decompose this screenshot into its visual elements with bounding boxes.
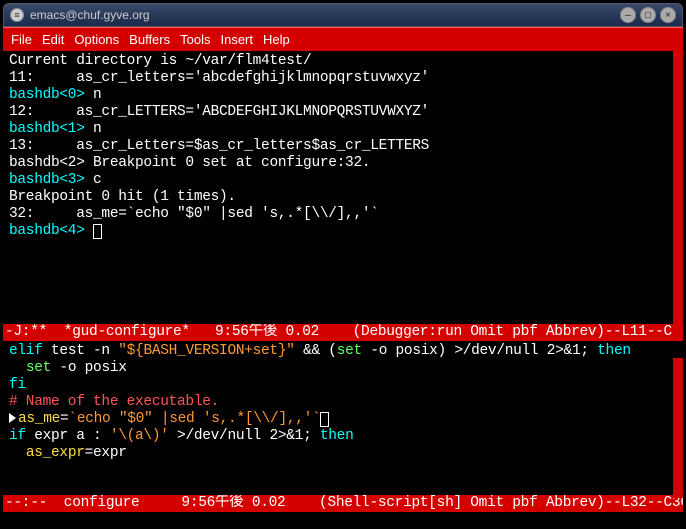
- buffer-line: bashdb<0> n: [9, 87, 677, 104]
- modeline-bottom[interactable]: --:-- configure 9:56午後 0.02 (Shell-scrip…: [3, 495, 683, 512]
- code-text: -o posix: [51, 360, 127, 376]
- buffer-line: bashdb<2> Breakpoint 0 set at configure:…: [9, 155, 677, 172]
- code-text: as_me: [18, 411, 60, 427]
- menu-tools[interactable]: Tools: [180, 32, 210, 47]
- menu-bar: File Edit Options Buffers Tools Insert H…: [3, 27, 683, 51]
- code-text: n: [93, 87, 101, 103]
- menu-file[interactable]: File: [11, 32, 32, 47]
- scrollbar-bottom[interactable]: [673, 358, 683, 498]
- code-text: bashdb<1>: [9, 121, 93, 137]
- gud-buffer[interactable]: Current directory is ~/var/flm4test/11: …: [3, 51, 683, 324]
- code-text: bashdb<3>: [9, 172, 93, 188]
- menu-edit[interactable]: Edit: [42, 32, 64, 47]
- code-text: "${BASH_VERSION+set}": [118, 343, 294, 359]
- buffer-line: 13: as_cr_Letters=$as_cr_letters$as_cr_L…: [9, 138, 677, 155]
- code-text: >/dev/null 2>&1;: [169, 428, 320, 444]
- code-text: test -n: [43, 343, 119, 359]
- buffer-line: # Name of the executable.: [9, 394, 677, 411]
- buffer-line: fi: [9, 377, 677, 394]
- code-text: 32: as_me=`echo "$0" |sed 's,.*[\\/],,'`: [9, 206, 379, 222]
- code-text: then: [320, 428, 354, 444]
- menu-help[interactable]: Help: [263, 32, 290, 47]
- code-text: n: [93, 121, 101, 137]
- buffer-line: bashdb<1> n: [9, 121, 677, 138]
- code-text: set: [337, 343, 362, 359]
- code-text: 11: as_cr_letters='abcdefghijklmnopqrstu…: [9, 70, 429, 86]
- code-text: 13: as_cr_Letters=$as_cr_letters$as_cr_L…: [9, 138, 429, 154]
- text-cursor: [93, 224, 102, 239]
- code-text: [9, 360, 26, 376]
- code-text: # Name of the executable.: [9, 394, 219, 410]
- buffer-line: set -o posix: [9, 360, 677, 377]
- code-text: elif: [9, 343, 43, 359]
- code-text: =expr: [85, 445, 127, 461]
- code-text: `echo "$0" |sed 's,.*[\\/],,'`: [68, 411, 320, 427]
- buffer-line: bashdb<4>: [9, 223, 677, 240]
- close-button[interactable]: ×: [660, 7, 676, 23]
- buffer-line: as_expr=expr: [9, 445, 677, 462]
- menu-insert[interactable]: Insert: [220, 32, 253, 47]
- code-text: bashdb<0>: [9, 87, 93, 103]
- code-text: fi: [9, 377, 26, 393]
- text-cursor: [320, 412, 329, 427]
- buffer-line: 32: as_me=`echo "$0" |sed 's,.*[\\/],,'`: [9, 206, 677, 223]
- code-text: set: [26, 360, 51, 376]
- scrollbar-top[interactable]: [673, 51, 683, 341]
- window-app-icon: ≡: [10, 8, 24, 22]
- code-text: Current directory is ~/var/flm4test/: [9, 53, 311, 69]
- code-text: then: [597, 343, 631, 359]
- code-text: bashdb<2> Breakpoint 0 set at configure:…: [9, 155, 370, 171]
- code-text: expr a :: [26, 428, 110, 444]
- code-text: Breakpoint 0 hit (1 times).: [9, 189, 236, 205]
- buffer-line: elif test -n "${BASH_VERSION+set}" && (s…: [9, 343, 677, 360]
- editor-area: Current directory is ~/var/flm4test/11: …: [3, 51, 683, 512]
- code-text: -o posix) >/dev/null 2>&1;: [362, 343, 597, 359]
- code-text: c: [93, 172, 101, 188]
- source-buffer[interactable]: elif test -n "${BASH_VERSION+set}" && (s…: [3, 341, 683, 495]
- code-text: '\(a\)': [110, 428, 169, 444]
- code-text: && (: [295, 343, 337, 359]
- buffer-line: Current directory is ~/var/flm4test/: [9, 53, 677, 70]
- code-text: if: [9, 428, 26, 444]
- buffer-line: if expr a : '\(a\)' >/dev/null 2>&1; the…: [9, 428, 677, 445]
- buffer-line: as_me=`echo "$0" |sed 's,.*[\\/],,'`: [9, 411, 677, 428]
- maximize-button[interactable]: □: [640, 7, 656, 23]
- menu-options[interactable]: Options: [74, 32, 119, 47]
- code-text: [9, 445, 26, 461]
- window-title: emacs@chuf.gyve.org: [30, 8, 616, 22]
- code-text: bashdb<4>: [9, 223, 93, 239]
- code-text: 12: as_cr_LETTERS='ABCDEFGHIJKLMNOPQRSTU…: [9, 104, 429, 120]
- code-text: as_expr: [26, 445, 85, 461]
- minimize-button[interactable]: –: [620, 7, 636, 23]
- current-line-indicator-icon: [9, 413, 16, 423]
- buffer-line: Breakpoint 0 hit (1 times).: [9, 189, 677, 206]
- modeline-top[interactable]: -J:** *gud-configure* 9:56午後 0.02 (Debug…: [3, 324, 683, 341]
- buffer-line: 12: as_cr_LETTERS='ABCDEFGHIJKLMNOPQRSTU…: [9, 104, 677, 121]
- menu-buffers[interactable]: Buffers: [129, 32, 170, 47]
- buffer-line: 11: as_cr_letters='abcdefghijklmnopqrstu…: [9, 70, 677, 87]
- window-titlebar: ≡ emacs@chuf.gyve.org – □ ×: [3, 3, 683, 27]
- buffer-line: bashdb<3> c: [9, 172, 677, 189]
